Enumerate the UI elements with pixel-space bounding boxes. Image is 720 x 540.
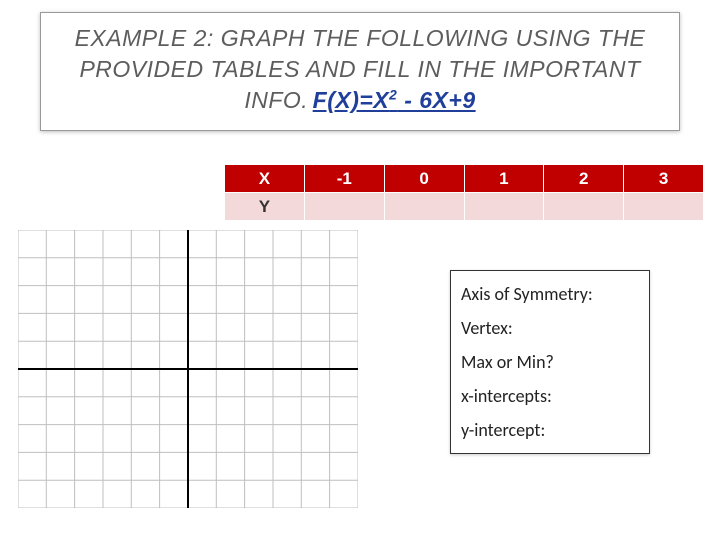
grid-svg (18, 230, 358, 508)
x-intercepts-label: x-intercepts: (461, 379, 639, 413)
x-cell: 3 (624, 165, 704, 193)
y-intercept-label: y-intercept: (461, 413, 639, 447)
fx-prefix: F(X)=X (313, 87, 389, 113)
y-cell[interactable] (464, 193, 544, 221)
row-label-x: X (225, 165, 305, 193)
y-cell[interactable] (304, 193, 384, 221)
table-row-x: X -1 0 1 2 3 (225, 165, 704, 193)
y-cell[interactable] (624, 193, 704, 221)
x-cell: 0 (384, 165, 464, 193)
title-card: EXAMPLE 2: GRAPH THE FOLLOWING USING THE… (40, 12, 680, 131)
table-row-y: Y (225, 193, 704, 221)
max-or-min-label: Max or Min? (461, 345, 639, 379)
row-label-y: Y (225, 193, 305, 221)
vertex-label: Vertex: (461, 311, 639, 345)
info-card: Axis of Symmetry: Vertex: Max or Min? x-… (450, 270, 650, 454)
coordinate-grid (18, 230, 358, 508)
x-cell: 1 (464, 165, 544, 193)
x-cell: 2 (544, 165, 624, 193)
y-cell[interactable] (544, 193, 624, 221)
axis-of-symmetry-label: Axis of Symmetry: (461, 277, 639, 311)
xy-table: X -1 0 1 2 3 Y (224, 164, 704, 221)
x-cell: -1 (304, 165, 384, 193)
fx-suffix: - 6X+9 (397, 87, 475, 113)
title-function: F(X)=X2 - 6X+9 (313, 87, 476, 113)
y-cell[interactable] (384, 193, 464, 221)
